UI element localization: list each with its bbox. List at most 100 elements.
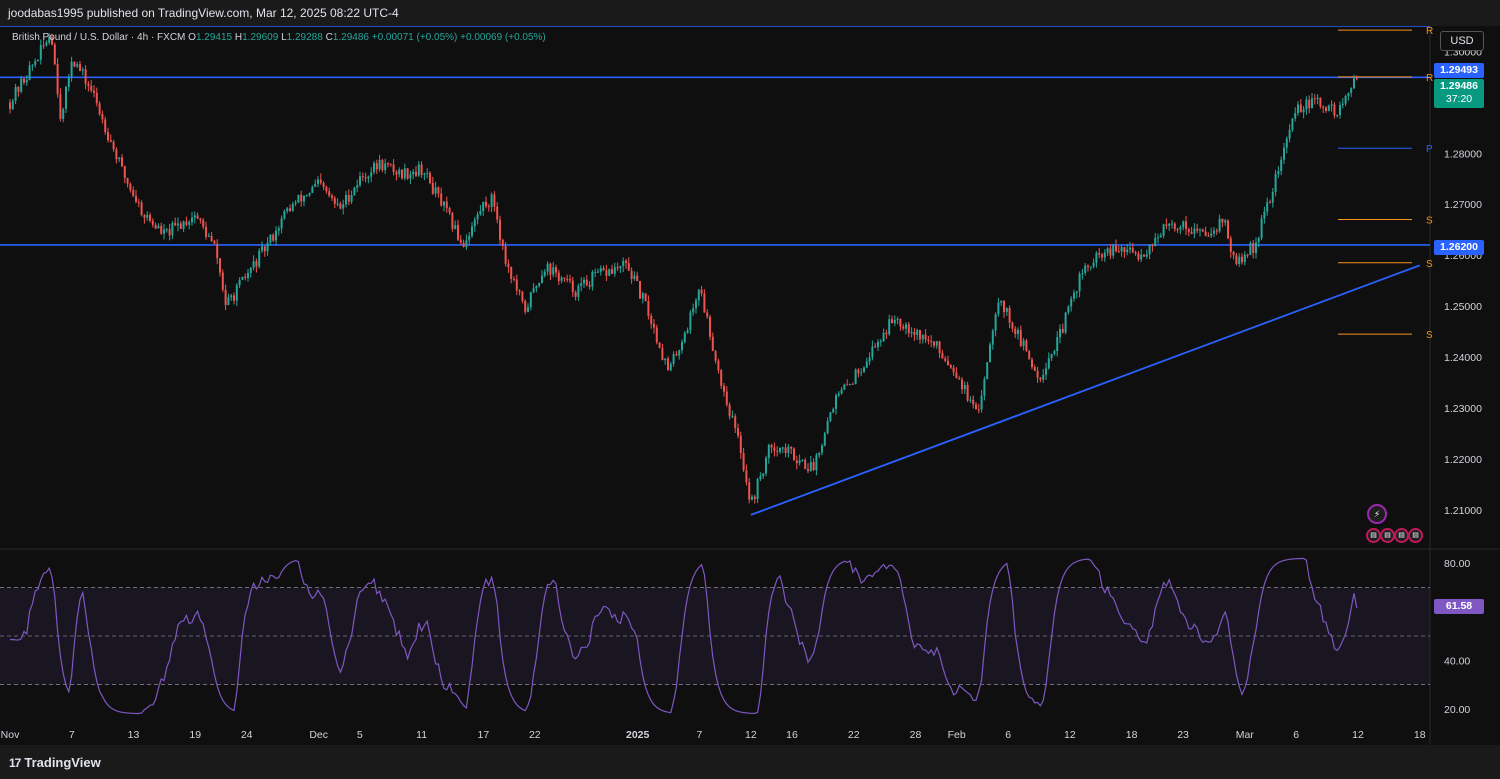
candle-body <box>1123 247 1126 253</box>
candle-body <box>1017 329 1019 335</box>
candle-body <box>1327 105 1330 111</box>
candle-body <box>473 219 476 227</box>
time-tick-label: 23 <box>1177 729 1189 741</box>
time-tick-label: Dec <box>309 729 328 741</box>
candle-body <box>210 235 213 242</box>
candle-body <box>459 239 462 243</box>
candle-body <box>305 195 308 197</box>
candle-body <box>1039 377 1042 380</box>
candle-body <box>476 214 479 220</box>
candle-body <box>384 163 387 171</box>
candle-body <box>342 204 345 209</box>
candle-body <box>1187 229 1190 233</box>
candle-body <box>801 460 804 462</box>
candle-body <box>711 336 714 352</box>
candle-body <box>1288 130 1291 139</box>
candle-body <box>865 361 868 368</box>
candle-body <box>1238 256 1241 265</box>
candle-body <box>98 103 101 114</box>
candle-body <box>1249 243 1252 256</box>
candle-body <box>557 272 560 281</box>
candle-body <box>655 327 658 343</box>
symbol-legend: British Pound / U.S. Dollar · 4h · FXCM … <box>12 32 546 43</box>
candle-body <box>913 332 916 336</box>
candle-body <box>840 389 843 394</box>
candle-body <box>1031 359 1033 368</box>
us-flag-icon[interactable]: ▤ <box>1380 528 1395 543</box>
candle-body <box>921 334 924 340</box>
candle-body <box>23 78 25 83</box>
candle-body <box>717 360 720 371</box>
candle-body <box>1084 265 1087 273</box>
candle-body <box>118 157 121 160</box>
candle-body <box>1207 235 1210 237</box>
candle-body <box>1336 114 1339 116</box>
lightning-icon[interactable]: ⚡ <box>1367 504 1387 524</box>
candle-body <box>1274 173 1277 192</box>
candle-body <box>1159 235 1162 238</box>
us-flag-icon[interactable]: ▤ <box>1408 528 1423 543</box>
currency-button[interactable]: USD <box>1440 31 1484 51</box>
candle-body <box>823 433 826 446</box>
candle-body <box>471 226 473 236</box>
candle-body <box>87 83 90 86</box>
us-flag-icon[interactable]: ▤ <box>1394 528 1409 543</box>
candle-body <box>177 223 179 226</box>
candle-body <box>1008 308 1011 323</box>
candle-body <box>1291 118 1294 131</box>
candle-body <box>328 191 331 196</box>
candle-body <box>244 276 247 278</box>
candle-body <box>1151 244 1154 246</box>
candle-body <box>238 279 241 286</box>
candle-body <box>272 234 275 241</box>
candle-body <box>406 168 409 179</box>
candle-body <box>143 215 146 218</box>
close-value: 1.29486 <box>332 32 369 43</box>
last-price-tag: 1.29486 37:20 <box>1434 79 1484 108</box>
candle-body <box>521 291 524 301</box>
candle-body <box>703 293 706 313</box>
candle-body <box>583 279 585 284</box>
candle-body <box>73 61 76 67</box>
candle-body <box>966 384 969 401</box>
candle-body <box>683 332 686 342</box>
candle-body <box>843 384 846 390</box>
candle-body <box>423 173 426 175</box>
candle-body <box>507 263 510 268</box>
candle-body <box>795 460 798 464</box>
candle-body <box>429 172 431 183</box>
candle-body <box>832 408 835 413</box>
candle-body <box>392 164 395 172</box>
candle-body <box>616 267 619 269</box>
candle-body <box>731 416 734 418</box>
candle-body <box>667 358 669 371</box>
candle-body <box>331 195 333 198</box>
candle-body <box>1285 138 1288 148</box>
candle-body <box>1179 227 1182 230</box>
candle-body <box>784 447 787 454</box>
candle-body <box>101 113 104 120</box>
pivot-label: R <box>1426 26 1433 37</box>
candle-body <box>1131 247 1134 253</box>
candle-body <box>1235 255 1238 265</box>
candle-body <box>1204 231 1207 236</box>
candle-body <box>325 186 328 192</box>
candle-body <box>137 201 140 203</box>
time-tick-label: 12 <box>1352 729 1364 741</box>
candle-body <box>437 187 440 194</box>
candle-body <box>67 76 70 87</box>
candle-body <box>776 450 779 452</box>
candle-body <box>81 69 84 71</box>
tradingview-brand[interactable]: 17 TradingView <box>9 755 101 770</box>
candle-body <box>790 446 793 449</box>
candle-body <box>535 285 538 289</box>
candle-body <box>126 178 129 184</box>
candle-body <box>1042 374 1045 380</box>
candle-body <box>882 332 885 342</box>
candle-body <box>664 358 667 361</box>
candle-body <box>1311 98 1313 108</box>
price-chart[interactable]: 1.300001.290001.280001.270001.260001.250… <box>0 26 1500 745</box>
us-flag-icon[interactable]: ▤ <box>1366 528 1381 543</box>
candle-body <box>899 318 902 327</box>
candle-body <box>261 246 263 251</box>
